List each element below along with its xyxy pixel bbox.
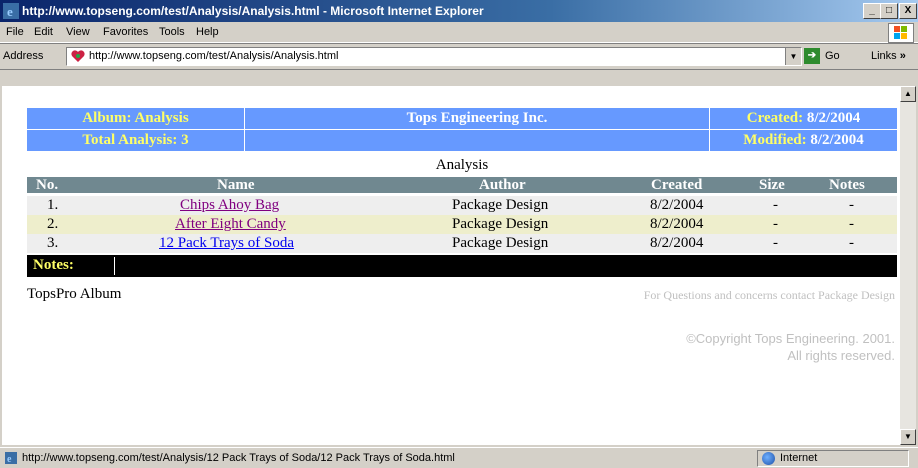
windows-logo-icon: [888, 23, 914, 43]
zone-label: Internet: [780, 452, 818, 464]
page-icon: e: [5, 452, 17, 465]
row-notes: -: [849, 216, 854, 232]
go-button[interactable]: ➔ Go: [804, 48, 848, 64]
row-notes: -: [849, 197, 854, 213]
table-caption: Analysis: [435, 157, 489, 173]
row-notes: -: [849, 235, 854, 251]
links-more-icon: »: [899, 50, 906, 62]
ie-icon: e: [3, 3, 19, 19]
vertical-scrollbar[interactable]: ▲ ▼: [900, 86, 916, 445]
notes-bar: Notes:: [27, 255, 897, 277]
analysis-link-chips-ahoy-bag[interactable]: Chips Ahoy Bag: [180, 197, 279, 213]
security-zone: Internet: [757, 450, 909, 467]
modified-value: 8/2/2004: [810, 132, 864, 148]
menu-favorites[interactable]: Favorites: [103, 26, 148, 38]
go-label: Go: [825, 50, 840, 62]
address-dropdown-icon[interactable]: ▼: [785, 48, 801, 65]
address-input[interactable]: http://www.topseng.com/test/Analysis/Ana…: [66, 47, 802, 66]
col-name: Name: [217, 177, 255, 193]
row-size: -: [773, 197, 778, 213]
links-button[interactable]: Links »: [871, 50, 906, 62]
status-bar: e http://www.topseng.com/test/Analysis/1…: [0, 447, 918, 468]
table-header: No. Name Author Created Size Notes: [27, 177, 897, 193]
modified-date: Modified: 8/2/2004: [710, 130, 897, 151]
page-viewport: Album: Analysis Tops Engineering Inc. Cr…: [2, 86, 900, 445]
row-author: Package Design: [452, 216, 549, 232]
maximize-button[interactable]: □: [880, 3, 898, 19]
row-created: 8/2/2004: [650, 235, 704, 251]
svg-text:e: e: [7, 454, 12, 465]
album-value: Analysis: [134, 110, 189, 126]
favicon-icon: [71, 50, 85, 62]
total-label: Total Analysis:: [82, 132, 178, 148]
title-bar: e http://www.topseng.com/test/Analysis/A…: [0, 0, 918, 22]
company-name: Tops Engineering Inc.: [406, 110, 548, 126]
table-row: 1. Chips Ahoy Bag Package Design 8/2/200…: [27, 196, 897, 215]
row-created: 8/2/2004: [650, 216, 704, 232]
menu-bar: File Edit View Favorites Tools Help: [0, 22, 918, 43]
window-title: http://www.topseng.com/test/Analysis/Ana…: [22, 4, 484, 18]
menu-help[interactable]: Help: [196, 26, 219, 38]
go-arrow-icon: ➔: [804, 48, 820, 64]
row-size: -: [773, 235, 778, 251]
table-row: 2. After Eight Candy Package Design 8/2/…: [27, 215, 897, 234]
row-no: 1.: [47, 197, 59, 213]
address-label: Address: [3, 50, 44, 62]
address-url: http://www.topseng.com/test/Analysis/Ana…: [89, 50, 339, 62]
total-analysis: Total Analysis: 3: [27, 130, 244, 151]
header-divider: [244, 130, 245, 151]
footer-contact: For Questions and concerns contact Packa…: [643, 288, 895, 302]
close-button[interactable]: X: [899, 3, 917, 19]
copyright-line-1: ©Copyright Tops Engineering. 2001.: [686, 331, 895, 346]
row-no: 3.: [47, 235, 59, 251]
notes-label: Notes:: [33, 257, 74, 273]
created-value: 8/2/2004: [806, 110, 861, 126]
address-bar: Address http://www.topseng.com/test/Anal…: [0, 43, 918, 70]
menu-edit[interactable]: Edit: [34, 26, 53, 38]
footer-album-name: TopsPro Album: [27, 286, 122, 302]
row-no: 2.: [47, 216, 59, 232]
album-header-row-1: Album: Analysis Tops Engineering Inc. Cr…: [27, 108, 897, 129]
menu-file[interactable]: File: [6, 26, 24, 38]
scroll-up-icon[interactable]: ▲: [900, 86, 916, 102]
copyright: ©Copyright Tops Engineering. 2001. All r…: [686, 330, 895, 364]
modified-label: Modified:: [743, 132, 807, 148]
row-author: Package Design: [452, 235, 549, 251]
album-name: Album: Analysis: [27, 108, 244, 129]
col-created: Created: [651, 177, 703, 193]
svg-text:e: e: [7, 4, 13, 19]
row-size: -: [773, 216, 778, 232]
table-row: 3. 12 Pack Trays of Soda Package Design …: [27, 234, 897, 253]
created-label: Created:: [746, 110, 804, 126]
col-no: No.: [36, 177, 59, 193]
row-author: Package Design: [452, 197, 549, 213]
analysis-link-after-eight-candy[interactable]: After Eight Candy: [175, 216, 286, 232]
col-author: Author: [479, 177, 526, 193]
links-label: Links: [871, 50, 897, 62]
menu-view[interactable]: View: [66, 26, 90, 38]
globe-icon: [762, 452, 775, 465]
menu-tools[interactable]: Tools: [159, 26, 185, 38]
album-header-row-2: Total Analysis: 3 Modified: 8/2/2004: [27, 130, 897, 151]
row-created: 8/2/2004: [650, 197, 704, 213]
total-value: 3: [181, 132, 189, 148]
status-text: http://www.topseng.com/test/Analysis/12 …: [22, 452, 455, 464]
minimize-button[interactable]: _: [863, 3, 881, 19]
col-notes: Notes: [829, 177, 865, 193]
created-date: Created: 8/2/2004: [710, 108, 897, 129]
album-label: Album:: [82, 110, 132, 126]
notes-divider: [114, 257, 115, 275]
scroll-down-icon[interactable]: ▼: [900, 429, 916, 445]
copyright-line-2: All rights reserved.: [787, 348, 895, 363]
col-size: Size: [759, 177, 785, 193]
analysis-link-12-pack-trays-of-soda[interactable]: 12 Pack Trays of Soda: [159, 235, 294, 251]
